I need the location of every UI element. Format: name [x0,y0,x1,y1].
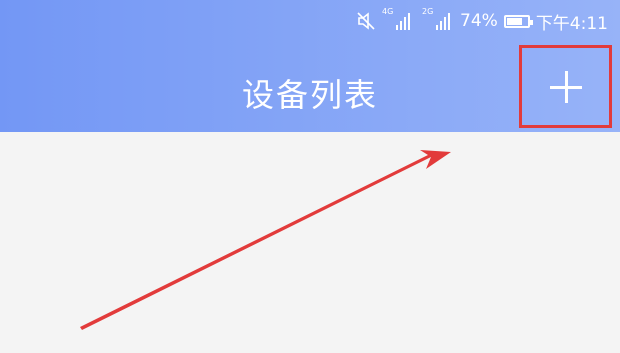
pointer-arrow-annotation [80,150,451,330]
